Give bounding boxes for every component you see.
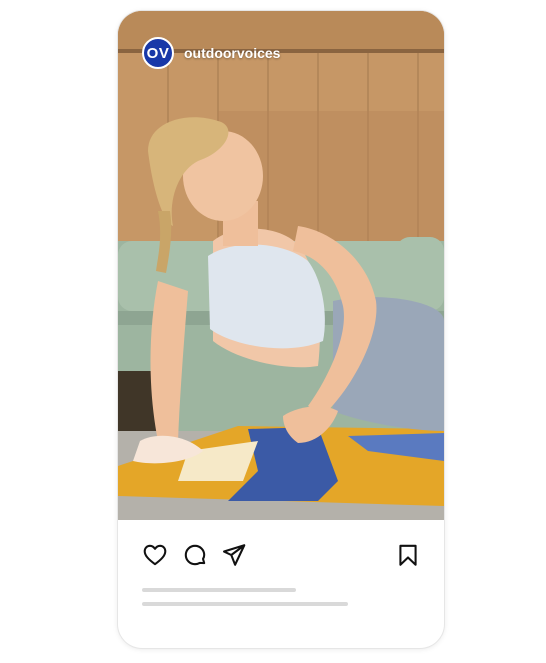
avatar-initials: OV [146, 44, 170, 62]
phone-frame: OV outdoorvoices [118, 11, 444, 648]
send-icon[interactable] [221, 542, 247, 568]
post-actions [118, 542, 444, 570]
caption-placeholder-line [142, 602, 348, 606]
heart-icon[interactable] [142, 542, 168, 568]
post-header: OV outdoorvoices [118, 37, 444, 69]
comment-icon[interactable] [182, 542, 208, 568]
account-avatar[interactable]: OV [142, 37, 174, 69]
caption-placeholder-line [142, 588, 296, 592]
account-username[interactable]: outdoorvoices [184, 45, 280, 61]
post-photo [118, 11, 444, 520]
bookmark-icon[interactable] [395, 542, 421, 568]
post-media[interactable]: OV outdoorvoices [118, 11, 444, 520]
